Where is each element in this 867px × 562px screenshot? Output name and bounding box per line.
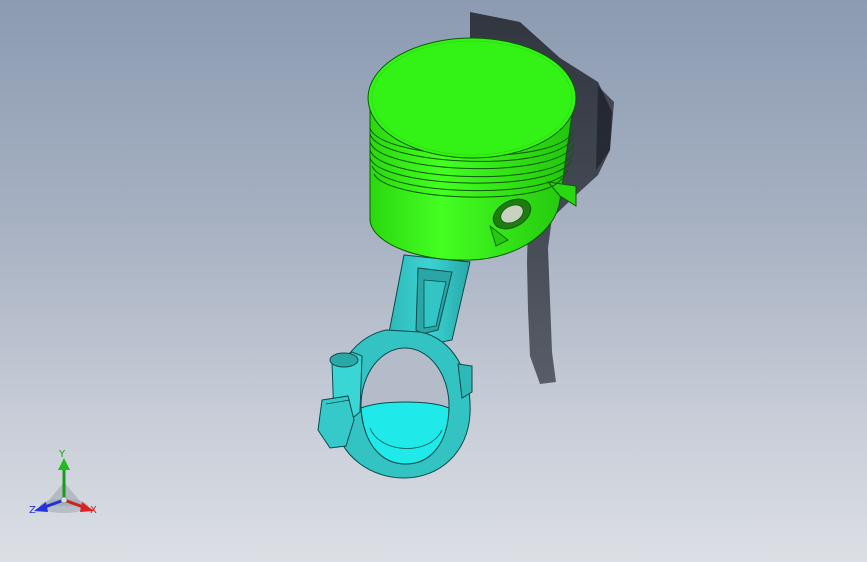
axis-x-label: X bbox=[90, 505, 97, 516]
view-orientation-triad[interactable]: X Y Z bbox=[22, 448, 112, 528]
piston[interactable] bbox=[367, 37, 577, 261]
model-scene[interactable] bbox=[0, 0, 867, 562]
piston-crown[interactable] bbox=[367, 37, 577, 159]
triad-origin bbox=[60, 496, 68, 504]
connecting-rod[interactable] bbox=[317, 254, 473, 479]
graphics-viewport[interactable]: X Y Z bbox=[0, 0, 867, 562]
axis-y-label: Y bbox=[59, 449, 66, 460]
axis-z-label: Z bbox=[29, 505, 36, 516]
